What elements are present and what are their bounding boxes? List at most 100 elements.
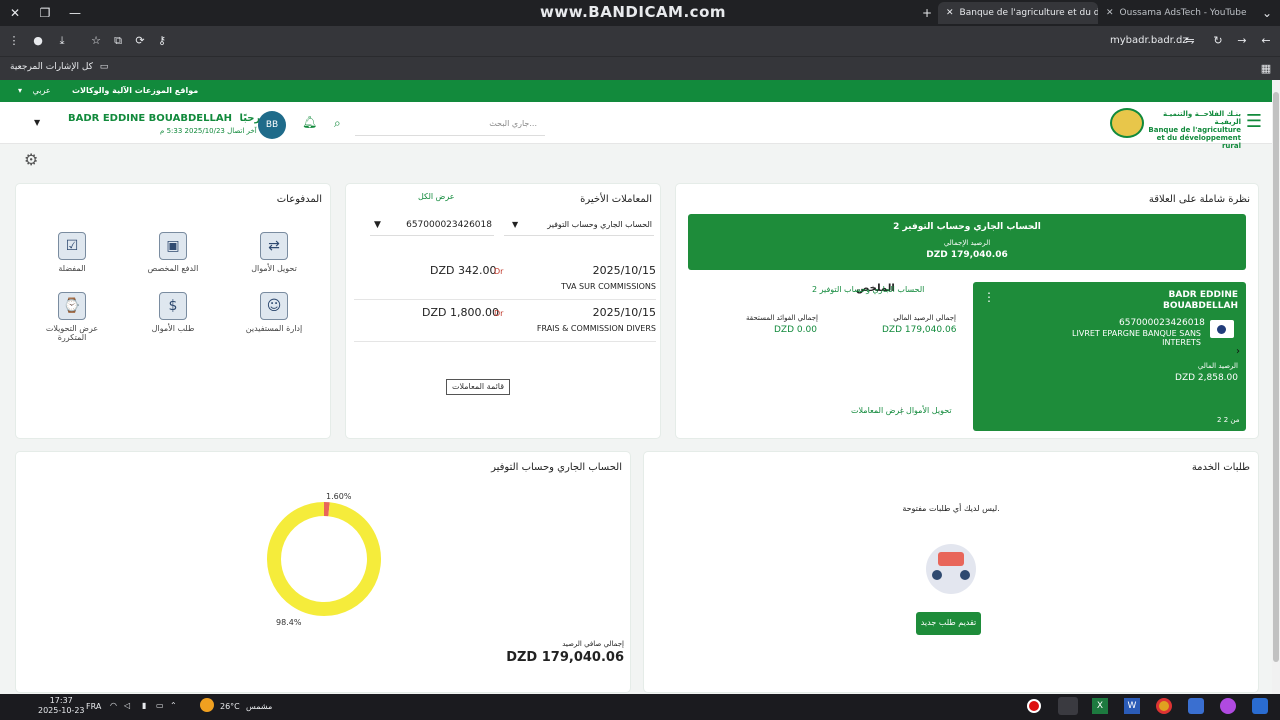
password-key-icon[interactable]: ⚷ [154, 33, 170, 49]
account-number-select[interactable]: 657000023426018 ▼ [370, 216, 494, 236]
search-icon[interactable]: ⌕ [334, 116, 341, 131]
menu-dots-icon[interactable]: ⋮ [6, 33, 22, 49]
bank-name-fr-2: et du développement rural [1156, 134, 1241, 150]
search-input[interactable]: جاري البحث... [355, 114, 545, 136]
last-login: آخر اتصال 2025/10/23 5:33 م [160, 127, 257, 135]
banner-value: DZD 179,040.06 [926, 250, 1008, 260]
address-bar[interactable]: mybadr.badr.dz [1110, 35, 1188, 46]
back-icon[interactable]: ← [1258, 33, 1274, 49]
pie-data-label-0: 98.4% [276, 618, 302, 627]
excel-icon[interactable]: X [1092, 698, 1108, 714]
apps-grid-icon[interactable]: ▦ [1258, 61, 1274, 77]
weather-sun-icon[interactable] [200, 698, 214, 712]
account-product-line-1: LIVRET EPARGNE BANQUE SANS [1072, 329, 1201, 338]
copilot-icon[interactable] [1220, 698, 1236, 714]
user-name-block[interactable]: BADR EDDINE BOUABDELLAH مرحبًا، [68, 113, 271, 124]
pie-data-label-1: 1.60% [326, 492, 352, 501]
account-card-menu-icon[interactable]: ⋮ [983, 290, 995, 304]
reload-icon[interactable]: ↻ [1210, 33, 1226, 49]
notification-bell-icon[interactable]: 🔔︎ [302, 115, 317, 129]
all-bookmarks-button[interactable]: كل الإشارات المرجعية ▭ [10, 62, 108, 72]
transactions-list-button[interactable]: قائمة المعاملات [446, 379, 510, 395]
table-row[interactable]: 2025/10/15 FRAIS & COMMISSION DIVERS DZD… [354, 302, 656, 342]
relationship-overview-card: نظرة شاملة على العلاقة 2 الحساب الجاري و… [676, 184, 1258, 438]
taskbar-app-icon[interactable] [1188, 698, 1204, 714]
volume-icon[interactable]: ◁ [124, 701, 130, 710]
minimize-window-icon[interactable]: — [66, 4, 84, 22]
bandicam-record-icon[interactable] [1027, 699, 1041, 713]
view-all-link[interactable]: عرض الكل [418, 192, 455, 201]
scrollbar-thumb[interactable] [1273, 92, 1279, 662]
bookmark-star-icon[interactable]: ☆ [88, 33, 104, 49]
payment-item-transfer[interactable]: ⇄ تحويل الأموال [229, 232, 319, 273]
avatar[interactable]: BB [258, 111, 286, 139]
page-scrollbar[interactable] [1272, 80, 1280, 694]
language-select[interactable]: ▾ عربي [18, 86, 51, 95]
settings-gear-icon[interactable]: ⚙ [24, 150, 38, 169]
download-icon[interactable]: ⤓ [54, 33, 70, 49]
site-settings-icon[interactable]: ⇋ [1182, 33, 1198, 49]
bank-logo[interactable] [1110, 108, 1144, 138]
input-language[interactable]: FRA [86, 702, 101, 711]
payment-item-label: تحويل الأموال [251, 264, 297, 273]
chevron-down-icon: ▼ [512, 220, 519, 229]
tab-badr[interactable]: ✕ Banque de l'agriculture et du d [938, 2, 1098, 24]
start-icon[interactable] [1252, 698, 1268, 714]
payment-item-request[interactable]: $ طلب الأموال [128, 292, 218, 333]
new-request-button[interactable]: تقديم طلب جديد [916, 612, 981, 635]
transfer-funds-link[interactable]: تحويل الأموال [906, 406, 952, 415]
wifi-icon[interactable]: ◠ [110, 701, 117, 710]
payment-item-custom[interactable]: ▣ الدفع المخصص [128, 232, 218, 273]
battery-icon[interactable]: ▭ [156, 701, 164, 710]
close-tab-icon[interactable]: ✕ [1106, 8, 1114, 18]
summary-banner: 2 الحساب الجاري وحساب التوفير الرصيد الإ… [688, 214, 1246, 270]
new-tab-icon[interactable]: + [918, 4, 936, 22]
word-icon[interactable]: W [1124, 698, 1140, 714]
balance-donut-chart: 1.60% 98.4% [267, 492, 381, 627]
hamburger-menu-icon[interactable]: ☰ [1246, 113, 1262, 131]
chart-card-title: الحساب الجاري وحساب التوفير [491, 462, 622, 473]
tx-type: Dr [494, 267, 504, 276]
profile-icon[interactable]: ● [30, 33, 46, 49]
recurring-transfers-icon: ⌚ [58, 292, 86, 320]
table-row[interactable]: 2025/10/15 TVA SUR COMMISSIONS DZD 342.0… [354, 260, 656, 300]
close-window-icon[interactable]: ✕ [6, 4, 24, 22]
banner-title: 2 الحساب الجاري وحساب التوفير [893, 222, 1041, 232]
next-card-chevron-icon[interactable]: › [1236, 346, 1240, 357]
service-request-illustration-icon [926, 544, 976, 594]
chevron-down-icon: ▼ [374, 220, 381, 230]
tab-youtube[interactable]: ✕ Oussama AdsTech - YouTube [1098, 2, 1258, 24]
payment-item-beneficiaries[interactable]: ☺ إدارة المستفيدين [229, 292, 319, 333]
overview-title: نظرة شاملة على العلاقة [1148, 194, 1250, 205]
payment-item-label: المفضلة [58, 264, 86, 273]
account-type-select[interactable]: الحساب الجاري وحساب التوفير ▼ [504, 216, 654, 236]
temperature[interactable]: 26°C [220, 702, 240, 711]
language-label: عربي [32, 86, 51, 95]
total-balance-label: إجمالي الرصيد المالي [893, 314, 956, 322]
service-title: طلبات الخدمة [1191, 462, 1250, 473]
weather-text[interactable]: مشمس [246, 702, 272, 711]
tab-search-icon[interactable]: ⌄ [1258, 4, 1276, 22]
tx-date: 2025/10/15 [592, 264, 656, 277]
payment-item-label: طلب الأموال [151, 324, 195, 333]
taskbar: 17:37 2025-10-23 FRA ◠ ◁ ▮ ▭ ⌃ 26°C مشمس… [0, 694, 1280, 720]
tray-expand-icon[interactable]: ⌃ [170, 701, 177, 710]
chrome-icon[interactable] [1156, 698, 1172, 714]
restore-window-icon[interactable]: ❐ [36, 4, 54, 22]
share-icon[interactable]: ⟳ [132, 33, 148, 49]
recorder-watermark: www.BANDICAM.com [540, 3, 727, 21]
agencies-link[interactable]: مواقع الموزعات الآلية والوكالات [72, 86, 198, 95]
user-menu-chevron-down-icon[interactable]: ▼ [34, 118, 40, 127]
translate-icon[interactable]: ⧉ [110, 33, 126, 49]
payment-item-favorites[interactable]: ☑ المفضلة [27, 232, 117, 273]
close-tab-icon[interactable]: ✕ [946, 8, 954, 18]
payment-item-recurring[interactable]: ⌚ عرض التحويلات المتكررة [27, 292, 117, 342]
account-card[interactable]: ⋮ BADR EDDINE BOUABDELLAH 65700002342601… [973, 282, 1246, 431]
view-transactions-link[interactable]: عرض المعاملات [851, 406, 905, 415]
forward-icon[interactable]: → [1234, 33, 1250, 49]
total-balance: DZD 179,040.06 [882, 325, 957, 335]
taskbar-app-icon[interactable] [1058, 697, 1078, 715]
microphone-icon[interactable]: ▮ [142, 701, 146, 710]
money-transfer-icon: ⇄ [260, 232, 288, 260]
taskbar-clock[interactable]: 17:37 2025-10-23 [38, 696, 85, 716]
